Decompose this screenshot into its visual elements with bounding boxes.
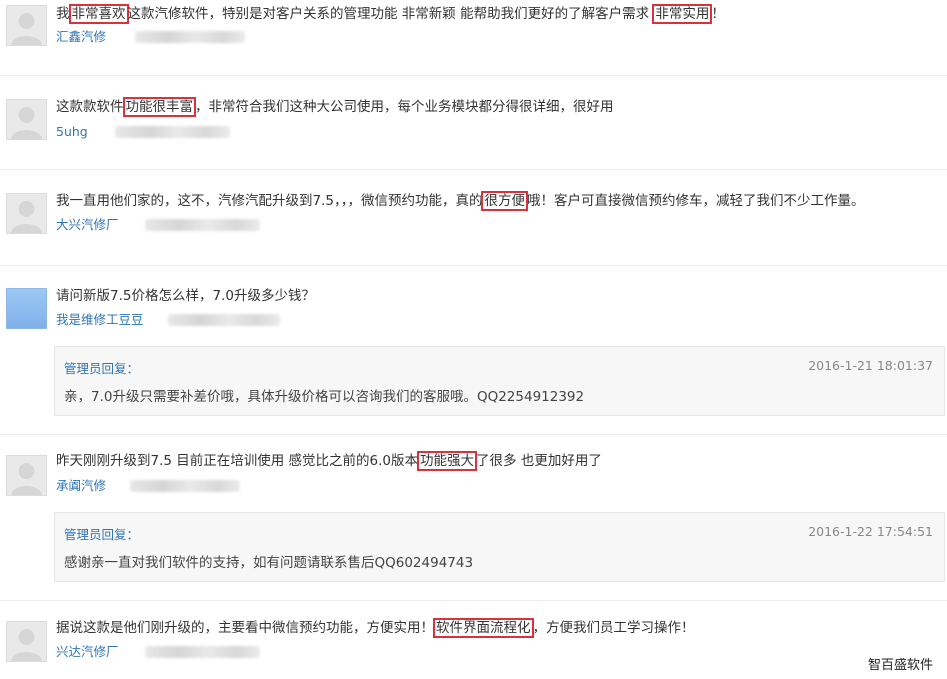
comment-user-link[interactable]: 5uhg [56,124,88,140]
comment-user-link[interactable]: 兴达汽修厂 [56,644,119,660]
admin-reply-label: 管理员回复： [64,527,140,542]
avatar [6,5,47,46]
default-avatar-icon [11,107,42,139]
comment-user-link[interactable]: 汇鑫汽修 [56,29,106,45]
admin-reply-time: 2016-1-21 18:01:37 [808,358,933,373]
comment-divider [0,434,947,435]
highlight-mark: 功能很丰富 [122,97,196,117]
comment-text: 昨天刚刚升级到7.5 目前正在培训使用 感觉比之前的6.0版本 功能强大 了很多 也… [56,451,602,471]
admin-reply-box: 管理员回复： 2016-1-21 18:01:37 亲，7.0升级只需要补差价哦… [54,346,945,416]
comment-divider [0,75,947,76]
admin-reply-label: 管理员回复： [64,361,140,376]
default-avatar-icon [11,13,42,45]
highlight-mark: 功能强大 [417,451,478,471]
avatar [6,455,47,496]
admin-reply-box: 管理员回复： 2016-1-22 17:54:51 感谢亲一直对我们软件的支持，… [54,512,945,582]
comment-text: 这款款软件 功能很丰富 ，非常符合我们这种大公司使用，每个业务模块都分得很详细，很好… [56,97,614,117]
avatar [6,621,47,662]
admin-reply-text: 亲，7.0升级只需要补差价哦，具体升级价格可以咨询我们的客服哦。QQ225491… [64,389,585,405]
avatar [6,288,47,329]
blurred-timestamp [135,31,245,43]
comment-text: 据说这款是他们刚升级的，主要看中微信预约功能，方便实用！ 软件界面流程化 ，方便我们… [56,618,695,638]
highlight-mark: 很方便 [481,191,528,211]
watermark-text: 智百盛软件 [867,658,933,673]
comment-user-link[interactable]: 大兴汽修厂 [56,217,119,233]
blurred-timestamp [115,126,230,138]
highlight-mark: 非常喜欢 [68,4,129,24]
admin-reply-text: 感谢亲一直对我们软件的支持，如有问题请联系售后QQ602494743 [64,555,474,571]
comment-divider [0,265,947,266]
blurred-timestamp [145,646,260,658]
blurred-timestamp [145,219,260,231]
comment-text: 我一直用他们家的，这不，汽修汽配升级到7.5，，，微信预约功能，真的 很方便 哦！客… [56,191,865,211]
comment-user-link[interactable]: 我是维修工豆豆 [56,312,144,328]
comment-divider [0,600,947,601]
blurred-timestamp [130,480,240,492]
highlight-mark: 软件界面流程化 [433,618,534,638]
default-avatar-icon [11,463,42,495]
default-avatar-icon [11,201,42,233]
comment-text: 我非常喜欢 这款汽修软件，特别是对客户关系的管理功能 非常新颖 能帮助我们更好的了… [56,4,725,24]
avatar [6,193,47,234]
avatar [6,99,47,140]
comment-divider [0,169,947,170]
blurred-timestamp [168,314,280,326]
comment-user-link[interactable]: 承阗汽修 [56,478,106,494]
comment-text: 请问新版7.5价格怎么样，7.0升级多少钱？ [56,288,315,304]
admin-reply-time: 2016-1-22 17:54:51 [808,524,933,539]
default-avatar-icon [11,629,42,661]
highlight-mark: 非常实用 [652,4,713,24]
